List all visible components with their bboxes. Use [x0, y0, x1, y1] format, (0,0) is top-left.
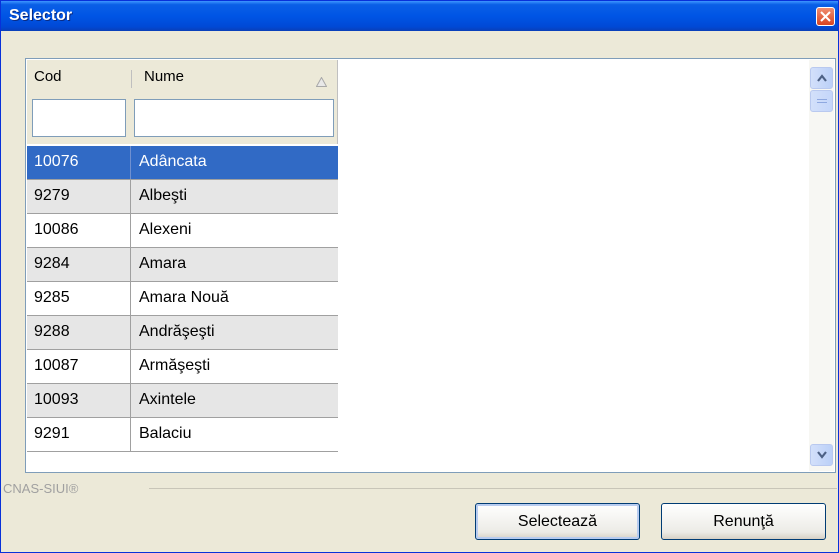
- cell-cod: 9285: [34, 289, 70, 306]
- cell-separator: [130, 180, 131, 213]
- cell-nume: Armăşeşti: [139, 357, 211, 374]
- selector-window: Selector Cod Nume 10076 Adâncata 9279 Al…: [0, 0, 839, 553]
- cell-separator: [130, 282, 131, 315]
- cell-nume: Alexeni: [139, 221, 192, 238]
- thumb-grip: [817, 99, 827, 100]
- table-row[interactable]: 10087 Armăşeşti: [27, 350, 338, 384]
- divider: [149, 488, 837, 489]
- vertical-scrollbar[interactable]: [809, 60, 834, 471]
- cell-cod: 9284: [34, 255, 70, 272]
- cell-nume: Balaciu: [139, 425, 192, 442]
- scroll-up-button[interactable]: [810, 67, 833, 89]
- cell-nume: Andrăşeşti: [139, 323, 215, 340]
- cell-separator: [130, 248, 131, 281]
- cell-nume: Albeşti: [139, 187, 188, 204]
- table-row[interactable]: 9288 Andrăşeşti: [27, 316, 338, 350]
- filter-nume-input[interactable]: [134, 99, 334, 137]
- list-panel: Cod Nume 10076 Adâncata 9279 Albeşti 100…: [25, 58, 836, 473]
- cell-cod: 9288: [34, 323, 70, 340]
- cell-cod: 10076: [34, 153, 79, 170]
- column-separator: [131, 70, 132, 88]
- column-header-nume[interactable]: Nume: [144, 68, 184, 90]
- cell-cod: 10087: [34, 357, 79, 374]
- table-row[interactable]: 10086 Alexeni: [27, 214, 338, 248]
- cell-nume: Axintele: [139, 391, 196, 408]
- cell-nume: Amara Nouă: [139, 289, 229, 306]
- table-row[interactable]: 9291 Balaciu: [27, 418, 338, 452]
- thumb-grip: [817, 102, 827, 103]
- close-icon: [820, 11, 831, 22]
- title-bar[interactable]: Selector: [1, 1, 838, 31]
- scroll-thumb[interactable]: [810, 90, 833, 112]
- column-header-cod[interactable]: Cod: [34, 68, 62, 90]
- filter-cod-input[interactable]: [32, 99, 126, 137]
- cell-separator: [130, 384, 131, 417]
- cell-nume: Adâncata: [139, 153, 207, 170]
- cell-cod: 9291: [34, 425, 70, 442]
- chevron-up-icon: [817, 74, 827, 82]
- table-row[interactable]: 9285 Amara Nouă: [27, 282, 338, 316]
- cell-cod: 10093: [34, 391, 79, 408]
- select-button[interactable]: Selectează: [475, 503, 640, 540]
- window-title: Selector: [9, 7, 73, 24]
- cancel-button[interactable]: Renunţă: [661, 503, 826, 540]
- table-row[interactable]: 9284 Amara: [27, 248, 338, 282]
- table-row[interactable]: 9279 Albeşti: [27, 180, 338, 214]
- cell-separator: [130, 350, 131, 383]
- scroll-down-button[interactable]: [810, 444, 833, 466]
- grid-rows: 10076 Adâncata 9279 Albeşti 10086 Alexen…: [27, 146, 338, 452]
- cell-separator: [130, 316, 131, 349]
- close-button[interactable]: [816, 7, 835, 26]
- cell-separator: [130, 146, 131, 179]
- cell-separator: [130, 214, 131, 247]
- cell-nume: Amara: [139, 255, 187, 272]
- chevron-down-icon: [817, 451, 827, 459]
- cell-cod: 9279: [34, 187, 70, 204]
- sort-ascending-icon: [316, 77, 327, 87]
- table-row[interactable]: 10076 Adâncata: [27, 146, 338, 180]
- cell-cod: 10086: [34, 221, 79, 238]
- table-row[interactable]: 10093 Axintele: [27, 384, 338, 418]
- cell-separator: [130, 418, 131, 451]
- brand-label: CNAS-SIUI®: [3, 481, 79, 496]
